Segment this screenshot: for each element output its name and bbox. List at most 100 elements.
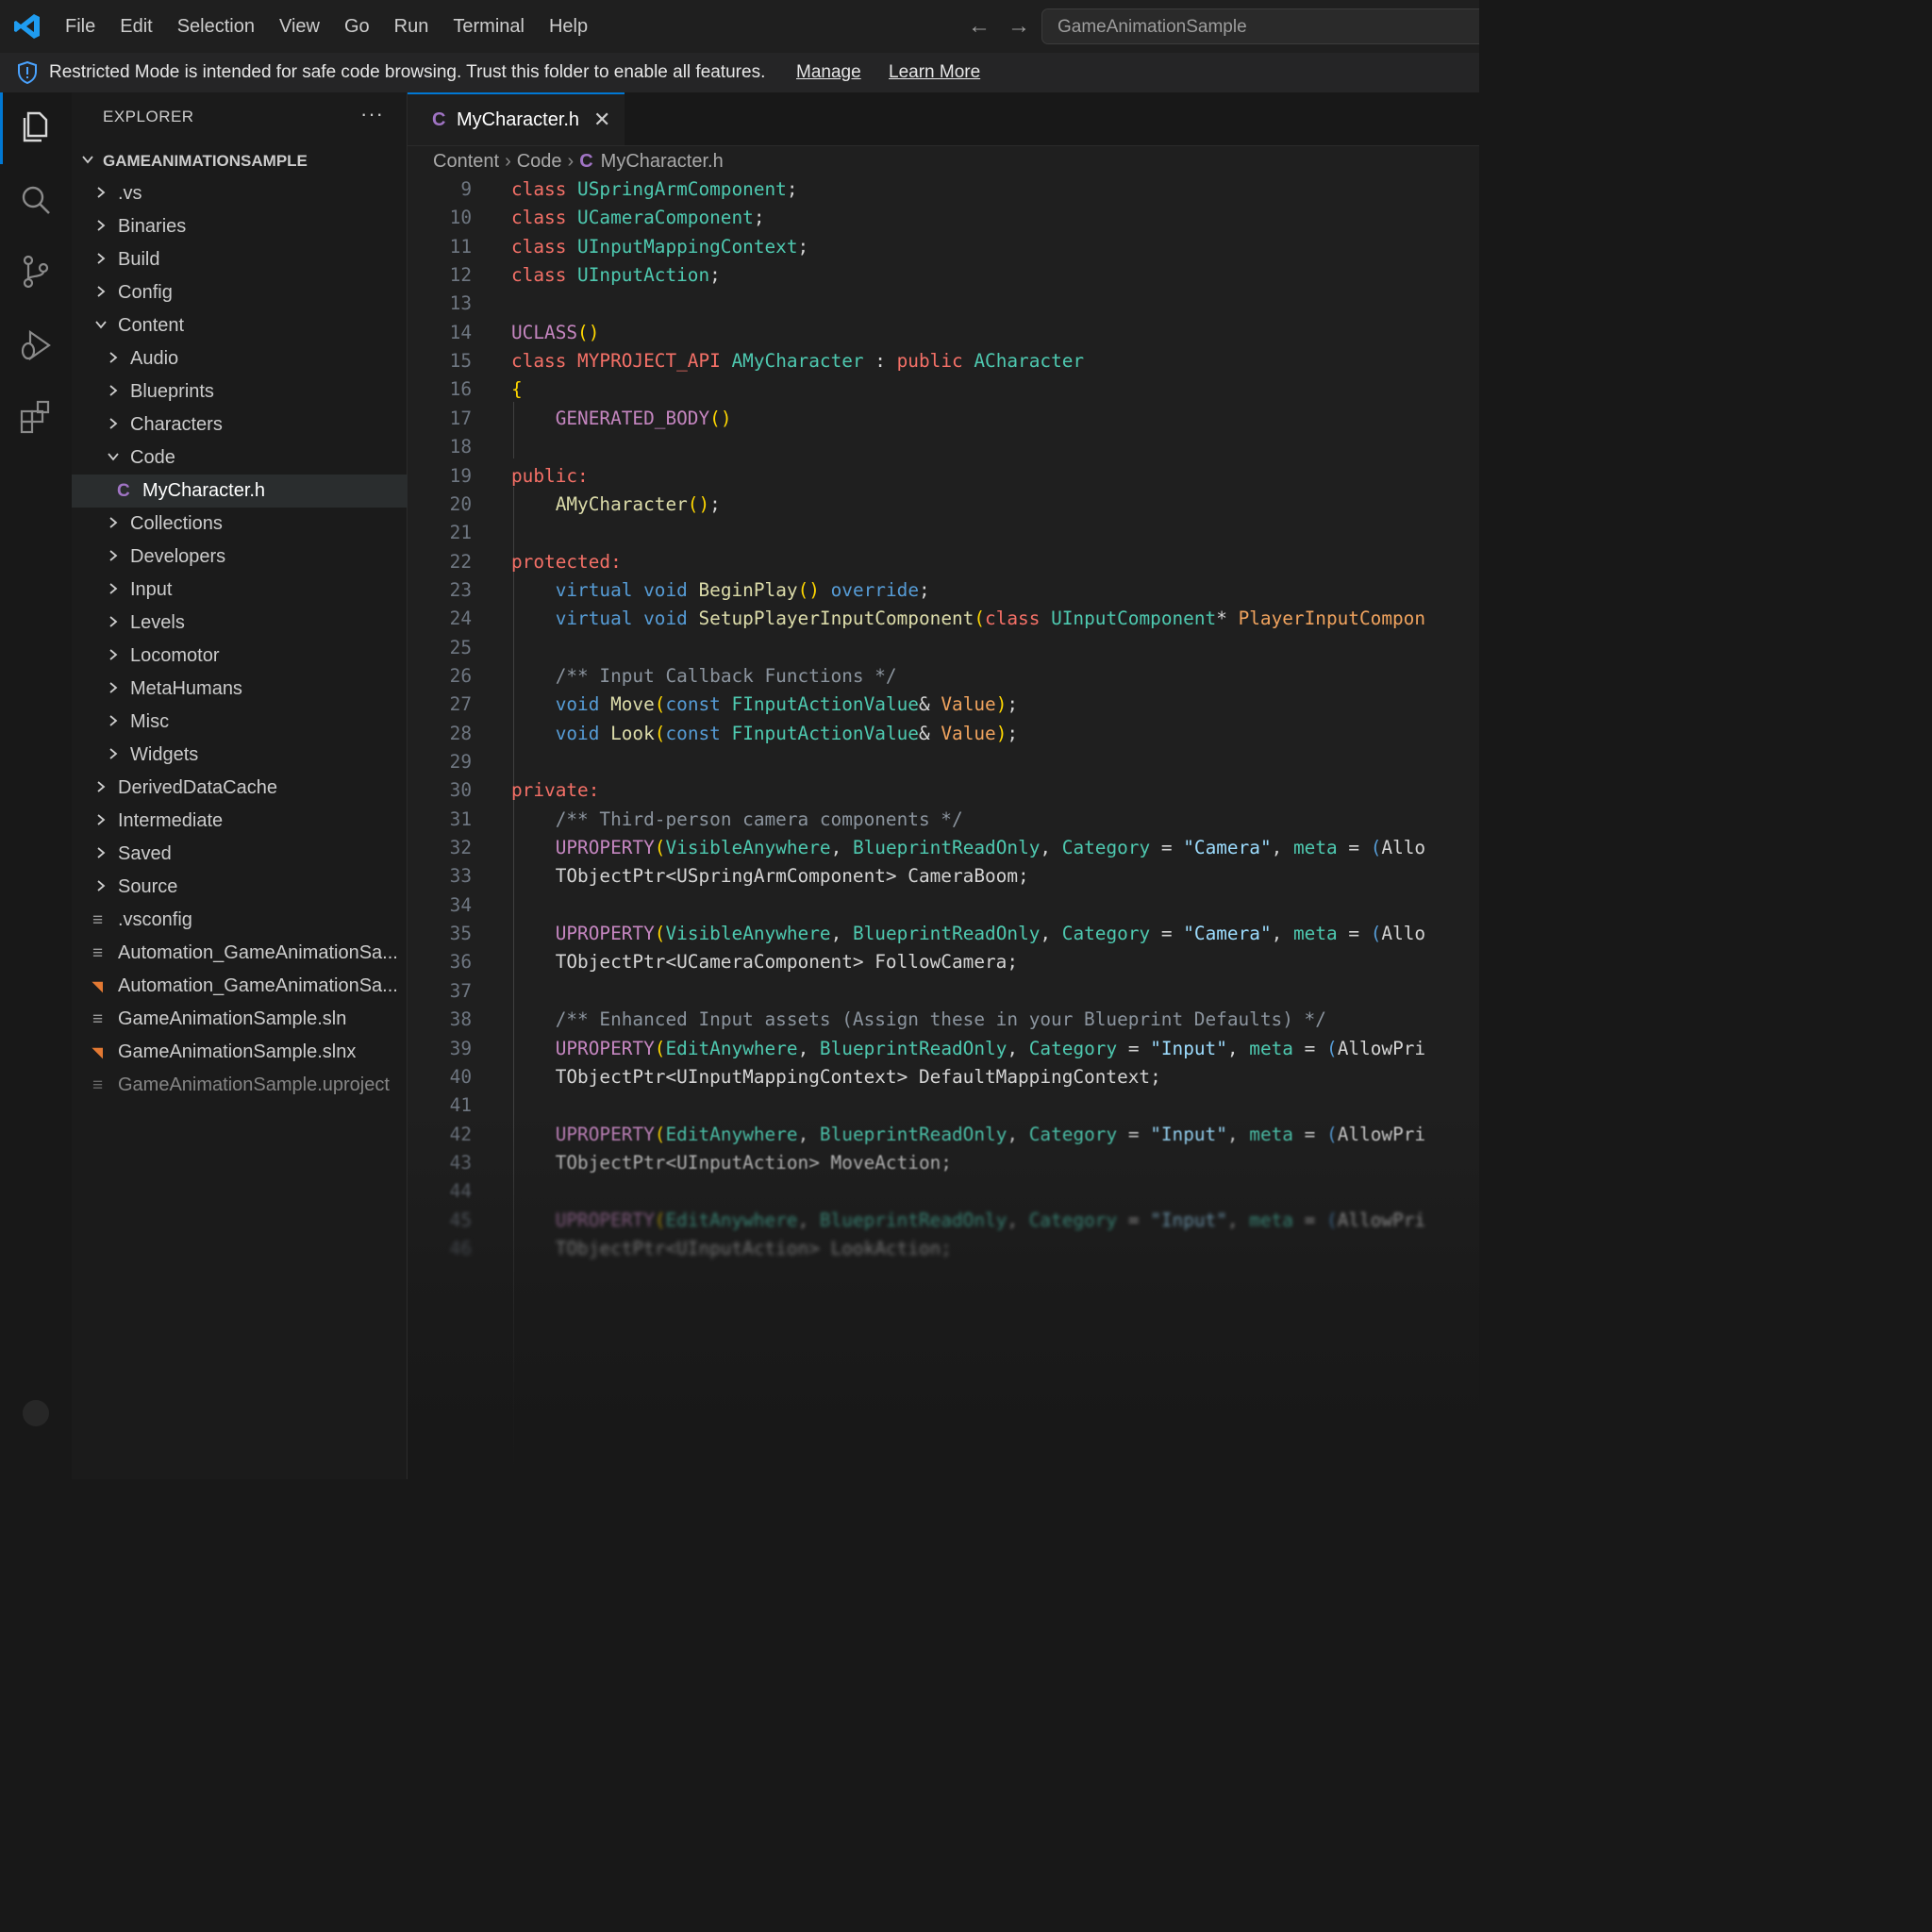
run-debug-icon[interactable] — [17, 326, 55, 364]
token-comment: /** Third-person camera components */ — [555, 808, 963, 830]
code-text: /** Third-person camera components */ — [511, 806, 963, 834]
back-arrow-icon[interactable]: ← — [968, 12, 991, 41]
token-plain: , — [797, 1123, 820, 1145]
code-line: 36 TObjectPtr<UCameraComponent> FollowCa… — [408, 948, 1479, 976]
tree-folder[interactable]: Characters — [72, 408, 408, 441]
tree-file[interactable]: ≡ GameAnimationSample.sln — [72, 1003, 408, 1036]
chevron-right-icon: › — [567, 151, 575, 172]
menu-selection[interactable]: Selection — [165, 0, 267, 53]
tree-folder[interactable]: Intermediate — [72, 805, 408, 838]
tree-folder[interactable]: Locomotor — [72, 640, 408, 673]
token-plain: , — [830, 837, 853, 859]
tree-folder[interactable]: Collections — [72, 508, 408, 541]
tab-mycharacter-h[interactable]: C MyCharacter.h ✕ — [408, 92, 625, 145]
token-macro: UPROPERTY — [555, 837, 655, 859]
code-line: 10 class UCameraComponent; — [408, 204, 1479, 232]
menu-run[interactable]: Run — [382, 0, 441, 53]
code-line: 21 — [408, 519, 1479, 547]
token-plain: , — [1226, 1037, 1250, 1059]
token-macro: GENERATED_BODY — [555, 407, 710, 429]
token-storage: ( — [1370, 837, 1382, 859]
tree-folder[interactable]: Input — [72, 574, 408, 607]
line-number: 31 — [449, 808, 472, 830]
forward-arrow-icon[interactable]: → — [1008, 12, 1030, 41]
extensions-icon[interactable] — [17, 398, 55, 436]
tree-file[interactable]: ≡ GameAnimationSample.uproject — [72, 1069, 408, 1102]
token-func: Look — [610, 722, 655, 744]
breadcrumb-item[interactable]: Content — [433, 151, 499, 172]
code-text: GENERATED_BODY() — [511, 405, 732, 433]
token-plain: ; — [919, 578, 930, 601]
tree-file[interactable]: ◥ GameAnimationSample.slnx — [72, 1036, 408, 1069]
explorer-sidebar: EXPLORER ··· GAMEANIMATIONSAMPLE .vs Bina… — [72, 92, 408, 1479]
tree-folder[interactable]: MetaHumans — [72, 673, 408, 706]
code-line: 30 private: — [408, 776, 1479, 805]
menu-file[interactable]: File — [53, 0, 108, 53]
line-number: 24 — [449, 608, 472, 630]
search-icon[interactable] — [17, 181, 55, 219]
line-number: 9 — [460, 178, 472, 200]
code-line: 17 GENERATED_BODY() — [408, 405, 1479, 433]
tree-folder[interactable]: Misc — [72, 706, 408, 739]
line-number: 20 — [449, 492, 472, 515]
code-editor[interactable]: 9 class USpringArmComponent; 10 class UCame… — [408, 175, 1479, 1479]
tree-file[interactable]: ◥ Automation_GameAnimationSa... — [72, 970, 408, 1003]
token-macro: UPROPERTY — [555, 1037, 655, 1059]
manage-link[interactable]: Manage — [796, 53, 861, 92]
chevron-right-icon — [97, 253, 106, 264]
code-text: TObjectPtr<UInputAction> MoveAction; — [511, 1149, 952, 1177]
tree-folder[interactable]: Content — [72, 309, 408, 342]
tree-folder[interactable]: Widgets — [72, 739, 408, 772]
account-icon[interactable] — [17, 1394, 55, 1432]
tree-item-label: Automation_GameAnimationSa... — [118, 975, 398, 996]
tree-file[interactable]: C MyCharacter.h — [72, 475, 408, 508]
code-text: protected: — [511, 548, 622, 576]
code-text: UPROPERTY(VisibleAnywhere, BlueprintRead… — [511, 920, 1425, 948]
code-line: 35 UPROPERTY(VisibleAnywhere, BlueprintR… — [408, 920, 1479, 948]
tree-folder[interactable]: Code — [72, 441, 408, 475]
tab-bar: C MyCharacter.h ✕ — [408, 92, 1479, 146]
breadcrumb-item[interactable]: MyCharacter.h — [601, 151, 724, 172]
tree-folder[interactable]: Config — [72, 276, 408, 309]
close-icon[interactable]: ✕ — [593, 94, 610, 145]
tree-item-label: MetaHumans — [130, 678, 242, 699]
tree-folder[interactable]: Binaries — [72, 210, 408, 243]
tree-file[interactable]: ≡ .vsconfig — [72, 904, 408, 937]
code-line: 26 /** Input Callback Functions */ — [408, 662, 1479, 691]
token-storage: const — [665, 722, 732, 744]
token-type: EditAnywhere — [665, 1208, 798, 1231]
tree-file[interactable]: ≡ Automation_GameAnimationSa... — [72, 937, 408, 970]
learn-more-link[interactable]: Learn More — [889, 53, 980, 92]
breadcrumb-item[interactable]: Code — [517, 151, 562, 172]
code-line: 32 UPROPERTY(VisibleAnywhere, BlueprintR… — [408, 834, 1479, 862]
command-center[interactable]: GameAnimationSample — [1041, 8, 1479, 44]
code-text: virtual void SetupPlayerInputComponent(c… — [511, 605, 1425, 633]
menu-help[interactable]: Help — [537, 0, 600, 53]
tree-folder[interactable]: Audio — [72, 342, 408, 375]
tree-folder[interactable]: Levels — [72, 607, 408, 640]
tree-folder[interactable]: DerivedDataCache — [72, 772, 408, 805]
code-line: 9 class USpringArmComponent; — [408, 175, 1479, 204]
tree-folder[interactable]: Build — [72, 243, 408, 276]
explorer-icon[interactable] — [17, 108, 55, 145]
token-plain: = — [1150, 923, 1184, 945]
tree-folder[interactable]: Developers — [72, 541, 408, 574]
tree-folder[interactable]: Saved — [72, 838, 408, 871]
tree-folder[interactable]: Blueprints — [72, 375, 408, 408]
menu-terminal[interactable]: Terminal — [441, 0, 537, 53]
code-line: 27 void Move(const FInputActionValue& Va… — [408, 691, 1479, 719]
menu-view[interactable]: View — [267, 0, 332, 53]
token-type: BlueprintReadOnly — [819, 1123, 1008, 1145]
workspace-root[interactable]: GAMEANIMATIONSAMPLE — [72, 144, 408, 177]
token-comment: /** Input Callback Functions */ — [555, 664, 897, 687]
line-number: 36 — [449, 951, 472, 974]
more-actions-icon[interactable]: ··· — [360, 102, 384, 126]
menu-edit[interactable]: Edit — [108, 0, 164, 53]
tree-folder[interactable]: .vs — [72, 177, 408, 210]
token-plain: = — [1117, 1123, 1151, 1145]
menu-go[interactable]: Go — [332, 0, 382, 53]
tree-folder[interactable]: Source — [72, 871, 408, 904]
source-control-icon[interactable] — [17, 253, 55, 291]
